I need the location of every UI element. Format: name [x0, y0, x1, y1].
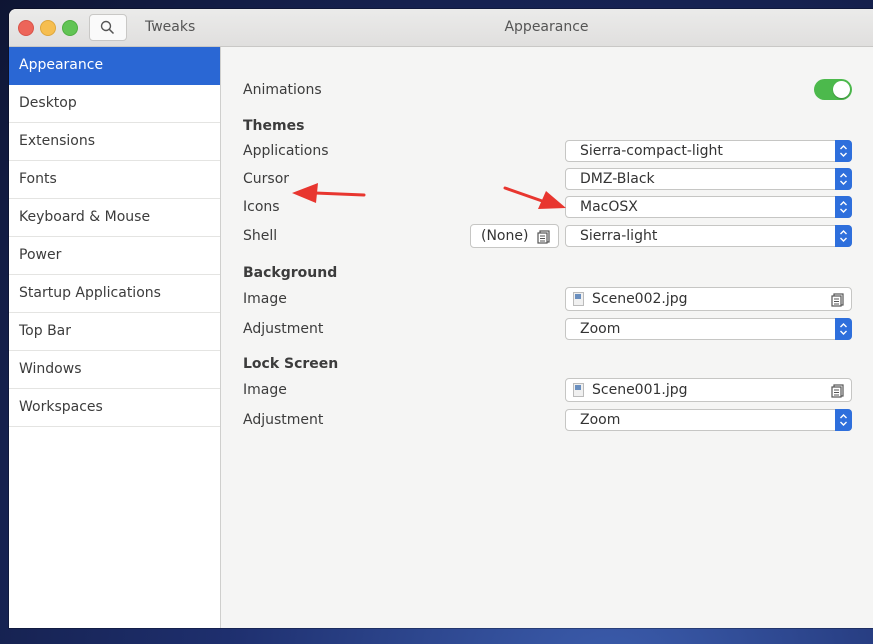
chevron-updown-icon [835, 225, 852, 247]
chevron-updown-icon [835, 318, 852, 340]
lock-screen-heading: Lock Screen [243, 356, 339, 372]
chevron-updown-icon [835, 409, 852, 431]
search-button[interactable] [89, 14, 127, 41]
button-label: (None) [481, 228, 529, 244]
sidebar-item-appearance[interactable]: Appearance [9, 47, 220, 85]
background-image-chooser[interactable]: Scene002.jpg [565, 287, 852, 311]
sidebar-item-workspaces[interactable]: Workspaces [9, 389, 220, 427]
lock-screen-image-label: Image [243, 382, 287, 398]
combo-value: Zoom [580, 321, 621, 337]
combo-value: MacOSX [580, 199, 638, 215]
animations-label: Animations [243, 82, 322, 98]
sidebar-item-startup-applications[interactable]: Startup Applications [9, 275, 220, 313]
background-adjustment-combo[interactable]: Zoom [565, 318, 852, 340]
maximize-window-button[interactable] [62, 20, 78, 36]
file-name: Scene002.jpg [592, 291, 688, 307]
toggle-knob [833, 81, 850, 98]
app-title: Tweaks [145, 19, 196, 35]
document-icon [831, 293, 844, 307]
sidebar-item-power[interactable]: Power [9, 237, 220, 275]
background-heading: Background [243, 265, 338, 281]
document-icon [831, 384, 844, 398]
cursor-label: Cursor [243, 171, 290, 187]
applications-label: Applications [243, 143, 329, 159]
animations-toggle[interactable] [814, 79, 852, 100]
lock-screen-image-chooser[interactable]: Scene001.jpg [565, 378, 852, 402]
page-title: Appearance [504, 19, 589, 35]
icons-theme-combo[interactable]: MacOSX [565, 196, 852, 218]
sidebar-item-windows[interactable]: Windows [9, 351, 220, 389]
sidebar-item-top-bar[interactable]: Top Bar [9, 313, 220, 351]
chevron-updown-icon [835, 196, 852, 218]
icons-label: Icons [243, 199, 280, 215]
sidebar-item-desktop[interactable]: Desktop [9, 85, 220, 123]
background-image-label: Image [243, 291, 287, 307]
applications-theme-combo[interactable]: Sierra-compact-light [565, 140, 852, 162]
document-icon [537, 230, 550, 244]
sidebar-item-extensions[interactable]: Extensions [9, 123, 220, 161]
combo-value: Sierra-light [580, 228, 658, 244]
lock-screen-adjustment-label: Adjustment [243, 412, 324, 428]
appearance-panel: Animations Themes Applications Sierra-co… [221, 47, 873, 628]
combo-value: DMZ-Black [580, 171, 655, 187]
lock-screen-adjustment-combo[interactable]: Zoom [565, 409, 852, 431]
sidebar-item-keyboard-mouse[interactable]: Keyboard & Mouse [9, 199, 220, 237]
file-name: Scene001.jpg [592, 382, 688, 398]
close-window-button[interactable] [18, 20, 34, 36]
cursor-theme-combo[interactable]: DMZ-Black [565, 168, 852, 190]
combo-value: Zoom [580, 412, 621, 428]
image-file-icon [573, 292, 584, 306]
shell-label: Shell [243, 228, 278, 244]
image-file-icon [573, 383, 584, 397]
chevron-updown-icon [835, 140, 852, 162]
title-bar: Tweaks Appearance [9, 9, 873, 47]
sidebar-item-fonts[interactable]: Fonts [9, 161, 220, 199]
minimize-window-button[interactable] [40, 20, 56, 36]
search-icon [100, 20, 115, 35]
chevron-updown-icon [835, 168, 852, 190]
shell-none-button[interactable]: (None) [470, 224, 559, 248]
tweaks-window: Tweaks Appearance Appearance Desktop Ext… [9, 9, 873, 628]
themes-heading: Themes [243, 118, 305, 134]
background-adjustment-label: Adjustment [243, 321, 324, 337]
sidebar: Appearance Desktop Extensions Fonts Keyb… [9, 47, 221, 628]
shell-theme-combo[interactable]: Sierra-light [565, 225, 852, 247]
combo-value: Sierra-compact-light [580, 143, 723, 159]
